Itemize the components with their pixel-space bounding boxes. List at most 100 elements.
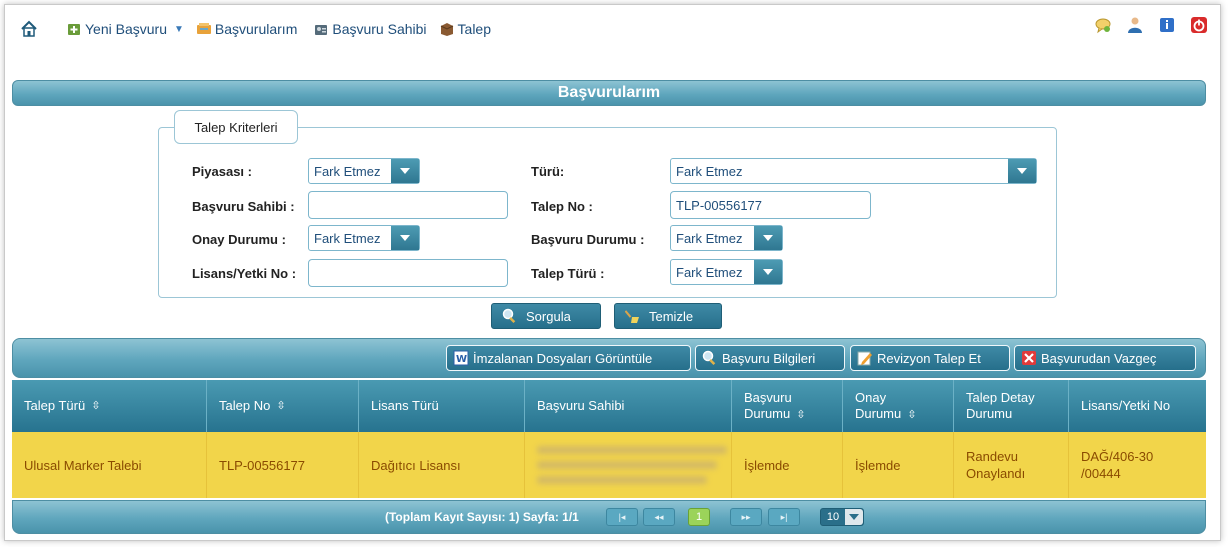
turu-label: Türü: bbox=[531, 164, 565, 179]
col-talep-detay-label-2: Durumu bbox=[966, 406, 1013, 421]
lisans-no-label: Lisans/Yetki No : bbox=[192, 266, 297, 281]
word-document-icon: W bbox=[453, 350, 469, 366]
current-page-button[interactable]: 1 bbox=[688, 508, 710, 526]
last-page-button[interactable]: ▸| bbox=[768, 508, 800, 526]
pager-info: (Toplam Kayıt Sayısı: 1) Sayfa: 1/1 bbox=[385, 510, 579, 524]
page-size-select[interactable]: 10 bbox=[820, 508, 864, 526]
sort-icon[interactable]: ⇳ bbox=[796, 409, 805, 421]
sort-icon[interactable]: ⇳ bbox=[907, 409, 916, 421]
request-box-icon bbox=[440, 23, 453, 36]
menu-talep-label: Talep bbox=[457, 21, 491, 37]
redacted-owner-text bbox=[537, 441, 731, 489]
col-onay-durumu-label-2: Durumu bbox=[855, 405, 902, 421]
imzalanan-dosyalar-button[interactable]: W İmzalanan Dosyaları Görüntüle bbox=[446, 345, 691, 371]
onay-durumu-label: Onay Durumu : bbox=[192, 232, 286, 247]
cell-talep-detay-2: Onaylandı bbox=[966, 466, 1026, 481]
cell-talep-detay-1: Randevu bbox=[966, 449, 1019, 464]
talep-turu-label: Talep Türü : bbox=[531, 266, 605, 281]
talep-turu-select-value: Fark Etmez bbox=[676, 264, 743, 280]
power-off-icon[interactable] bbox=[1190, 16, 1208, 34]
chevron-down-icon[interactable] bbox=[754, 260, 782, 284]
chevron-down-icon[interactable] bbox=[391, 159, 419, 183]
col-basvuru-durumu-label-1: Başvuru bbox=[744, 389, 792, 405]
talep-turu-select[interactable]: Fark Etmez bbox=[670, 259, 783, 285]
menu-basvuru-sahibi-label: Başvuru Sahibi bbox=[332, 21, 427, 37]
cell-talep-detay: Randevu Onaylandı bbox=[954, 432, 1069, 498]
info-icon[interactable] bbox=[1158, 16, 1176, 34]
col-talep-no-label: Talep No bbox=[219, 398, 271, 413]
chevron-down-icon[interactable] bbox=[1008, 159, 1036, 183]
piyasasi-select[interactable]: Fark Etmez bbox=[308, 158, 420, 184]
basvuru-durumu-label: Başvuru Durumu : bbox=[531, 232, 645, 247]
temizle-button[interactable]: Temizle bbox=[614, 303, 722, 329]
talep-no-label: Talep No : bbox=[531, 199, 593, 214]
menu-basvurularim[interactable]: Başvurularım bbox=[196, 21, 297, 37]
col-onay-durumu[interactable]: Onay Durumu ⇳ bbox=[843, 380, 954, 432]
cancel-icon bbox=[1022, 351, 1036, 365]
lisans-no-input[interactable] bbox=[308, 259, 508, 287]
col-lisans-yetki-no: Lisans/Yetki No bbox=[1069, 380, 1206, 432]
page-size-value: 10 bbox=[826, 511, 840, 523]
cell-basvuru-sahibi bbox=[525, 432, 732, 498]
cell-lisans-no-2: /00444 bbox=[1081, 466, 1121, 481]
menu-basvuru-sahibi[interactable]: Başvuru Sahibi bbox=[313, 21, 427, 37]
sorgula-button[interactable]: Sorgula bbox=[491, 303, 601, 329]
table-header: Talep Türü ⇳ Talep No ⇳ Lisans Türü Başvur… bbox=[12, 380, 1206, 432]
cell-lisans-no: DAĞ/406-30/00444 bbox=[1069, 432, 1206, 498]
turu-select[interactable]: Fark Etmez bbox=[670, 158, 1037, 184]
imzalanan-dosyalar-label: İmzalanan Dosyaları Görüntüle bbox=[473, 350, 653, 366]
revizyon-talep-button[interactable]: Revizyon Talep Et bbox=[850, 345, 1010, 371]
next-page-button[interactable]: ▸▸ bbox=[730, 508, 762, 526]
basvurudan-vazgec-button[interactable]: Başvurudan Vazgeç bbox=[1014, 345, 1196, 371]
sort-icon[interactable]: ⇳ bbox=[276, 398, 285, 414]
col-talep-turu-label: Talep Türü bbox=[24, 398, 86, 413]
chevron-down-icon: ▼ bbox=[173, 23, 184, 35]
edit-icon bbox=[857, 351, 872, 366]
chat-icon[interactable] bbox=[1094, 16, 1112, 34]
basvuru-bilgileri-button[interactable]: Başvuru Bilgileri bbox=[695, 345, 845, 371]
col-talep-detay-label-1: Talep Detay bbox=[966, 390, 1035, 405]
temizle-button-label: Temizle bbox=[649, 308, 694, 324]
search-icon bbox=[502, 308, 516, 324]
col-talep-no[interactable]: Talep No ⇳ bbox=[207, 380, 359, 432]
owner-icon bbox=[315, 25, 328, 35]
cell-basvuru-durumu: İşlemde bbox=[732, 432, 843, 498]
broom-icon bbox=[625, 310, 639, 323]
table-row[interactable]: Ulusal Marker Talebi TLP-00556177 Dağıtı… bbox=[12, 432, 1206, 498]
chevron-down-icon[interactable] bbox=[845, 509, 863, 525]
top-menu: Yeni Başvuru ▼ Başvurularım Başvuru Sahi… bbox=[20, 16, 491, 42]
menu-yeni-basvuru[interactable]: Yeni Başvuru ▼ bbox=[66, 21, 190, 37]
criteria-legend: Talep Kriterleri bbox=[174, 110, 298, 144]
top-right-icons bbox=[1094, 16, 1208, 34]
cell-onay-durumu: İşlemde bbox=[843, 432, 954, 498]
col-basvuru-durumu[interactable]: Başvuru Durumu ⇳ bbox=[732, 380, 843, 432]
chevron-down-icon[interactable] bbox=[391, 226, 419, 250]
col-talep-detay: Talep Detay Durumu bbox=[954, 380, 1069, 432]
menu-talep[interactable]: Talep bbox=[439, 21, 491, 37]
home-icon[interactable] bbox=[20, 20, 38, 38]
chevron-down-icon[interactable] bbox=[754, 226, 782, 250]
menu-basvurularim-label: Başvurularım bbox=[214, 21, 298, 37]
col-talep-turu[interactable]: Talep Türü ⇳ bbox=[12, 380, 207, 432]
basvuru-durumu-select[interactable]: Fark Etmez bbox=[670, 225, 783, 251]
turu-select-value: Fark Etmez bbox=[676, 163, 743, 179]
page-title: Başvurularım bbox=[12, 80, 1206, 106]
cell-lisans-turu: Dağıtıcı Lisansı bbox=[359, 432, 525, 498]
search-icon bbox=[702, 350, 716, 366]
onay-durumu-select[interactable]: Fark Etmez bbox=[308, 225, 420, 251]
col-lisans-yetki-no-label: Lisans/Yetki No bbox=[1081, 398, 1171, 413]
col-lisans-turu-label: Lisans Türü bbox=[371, 398, 439, 413]
basvuru-sahibi-input[interactable] bbox=[308, 191, 508, 219]
col-basvuru-durumu-label-2: Durumu bbox=[744, 405, 791, 421]
talep-no-input[interactable]: TLP-00556177 bbox=[670, 191, 871, 219]
svg-text:W: W bbox=[456, 354, 467, 365]
piyasasi-select-value: Fark Etmez bbox=[314, 163, 381, 179]
sort-icon[interactable]: ⇳ bbox=[91, 398, 100, 414]
revizyon-talep-label: Revizyon Talep Et bbox=[877, 350, 981, 366]
user-icon[interactable] bbox=[1126, 16, 1144, 34]
basvuru-bilgileri-label: Başvuru Bilgileri bbox=[722, 350, 816, 366]
prev-page-button[interactable]: ◂◂ bbox=[643, 508, 675, 526]
piyasasi-label: Piyasası : bbox=[192, 164, 252, 179]
first-page-button[interactable]: |◂ bbox=[606, 508, 638, 526]
applications-icon bbox=[196, 23, 211, 34]
